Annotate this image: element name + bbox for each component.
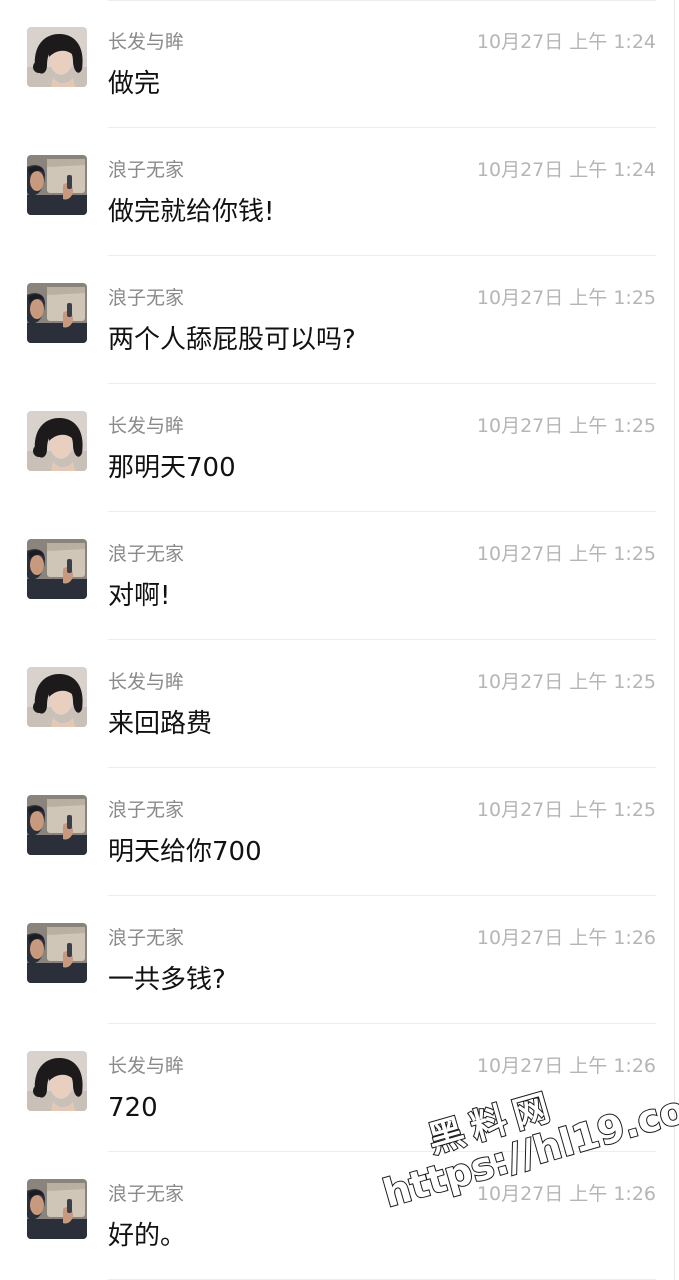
message-text[interactable]: 好的。: [108, 1220, 186, 1252]
sender-name: 长发与眸: [108, 415, 185, 437]
message-item[interactable]: 长发与眸 10月27日 上午 1:25 来回路费: [0, 640, 679, 768]
chat-history-page: 长发与眸 10月27日 上午 1:24 做完 浪子无家 10月27日 上午 1:24 做…: [0, 0, 679, 1280]
sender-name: 浪子无家: [108, 1183, 185, 1205]
message-text[interactable]: 两个人舔屁股可以吗?: [108, 324, 356, 356]
man-in-car-avatar[interactable]: [27, 155, 87, 215]
message-text[interactable]: 一共多钱?: [108, 964, 226, 996]
message-text[interactable]: 做完: [108, 68, 160, 100]
message-timestamp: 10月27日 上午 1:25: [476, 799, 656, 821]
long-hair-woman-avatar[interactable]: [27, 27, 87, 87]
message-timestamp: 10月27日 上午 1:25: [476, 287, 656, 309]
long-hair-woman-avatar[interactable]: [27, 1051, 87, 1111]
message-timestamp: 10月27日 上午 1:26: [476, 927, 656, 949]
message-timestamp: 10月27日 上午 1:26: [476, 1055, 656, 1077]
message-item[interactable]: 浪子无家 10月27日 上午 1:24 做完就给你钱!: [0, 128, 679, 256]
long-hair-woman-avatar[interactable]: [27, 411, 87, 471]
message-text[interactable]: 做完就给你钱!: [108, 196, 274, 228]
message-item[interactable]: 浪子无家 10月27日 上午 1:25 两个人舔屁股可以吗?: [0, 256, 679, 384]
sender-name: 浪子无家: [108, 543, 185, 565]
message-text[interactable]: 来回路费: [108, 708, 212, 740]
man-in-car-avatar[interactable]: [27, 283, 87, 343]
long-hair-woman-avatar[interactable]: [27, 667, 87, 727]
message-text[interactable]: 明天给你700: [108, 836, 262, 868]
message-text[interactable]: 720: [108, 1092, 158, 1124]
message-list[interactable]: 长发与眸 10月27日 上午 1:24 做完 浪子无家 10月27日 上午 1:24 做…: [0, 0, 679, 1280]
message-item[interactable]: 浪子无家 10月27日 上午 1:26 好的。: [0, 1152, 679, 1280]
message-item[interactable]: 浪子无家 10月27日 上午 1:25 明天给你700: [0, 768, 679, 896]
sender-name: 浪子无家: [108, 927, 185, 949]
sender-name: 浪子无家: [108, 287, 185, 309]
message-text[interactable]: 对啊!: [108, 580, 170, 612]
sender-name: 长发与眸: [108, 1055, 185, 1077]
man-in-car-avatar[interactable]: [27, 923, 87, 983]
message-item[interactable]: 浪子无家 10月27日 上午 1:26 一共多钱?: [0, 896, 679, 1024]
sender-name: 长发与眸: [108, 671, 185, 693]
sender-name: 浪子无家: [108, 799, 185, 821]
message-item[interactable]: 浪子无家 10月27日 上午 1:25 对啊!: [0, 512, 679, 640]
message-item[interactable]: 长发与眸 10月27日 上午 1:24 做完: [0, 0, 679, 128]
sender-name: 浪子无家: [108, 159, 185, 181]
message-timestamp: 10月27日 上午 1:24: [476, 159, 656, 181]
man-in-car-avatar[interactable]: [27, 1179, 87, 1239]
sender-name: 长发与眸: [108, 31, 185, 53]
man-in-car-avatar[interactable]: [27, 795, 87, 855]
message-item[interactable]: 长发与眸 10月27日 上午 1:25 那明天700: [0, 384, 679, 512]
message-text[interactable]: 那明天700: [108, 452, 236, 484]
message-item[interactable]: 长发与眸 10月27日 上午 1:26 720: [0, 1024, 679, 1152]
man-in-car-avatar[interactable]: [27, 539, 87, 599]
message-timestamp: 10月27日 上午 1:25: [476, 671, 656, 693]
message-timestamp: 10月27日 上午 1:26: [476, 1183, 656, 1205]
message-timestamp: 10月27日 上午 1:24: [476, 31, 656, 53]
message-timestamp: 10月27日 上午 1:25: [476, 543, 656, 565]
message-timestamp: 10月27日 上午 1:25: [476, 415, 656, 437]
